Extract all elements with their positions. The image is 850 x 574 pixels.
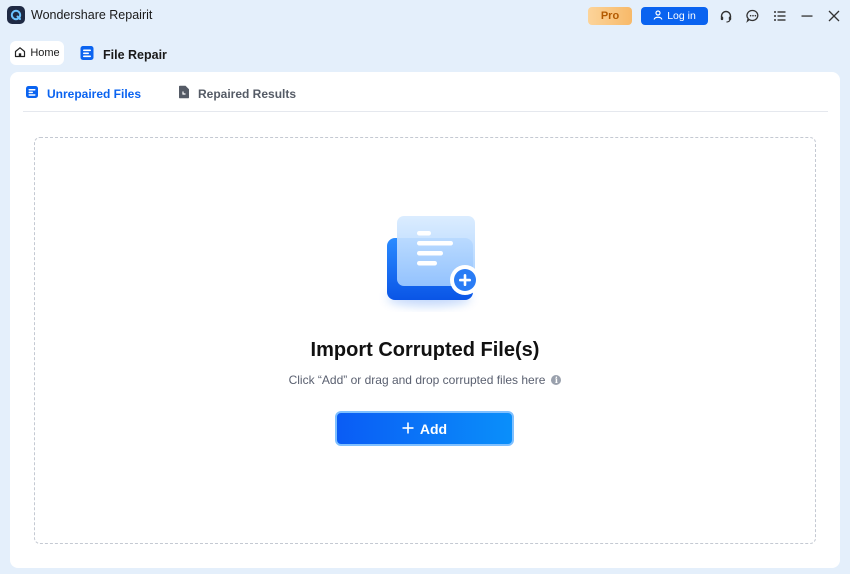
drop-zone-hint: Click “Add” or drag and drop corrupted f… — [35, 373, 815, 387]
login-button[interactable]: Log in — [641, 7, 708, 25]
home-button[interactable]: Home — [10, 41, 64, 65]
section-title: File Repair — [103, 47, 167, 62]
headset-icon[interactable] — [717, 7, 735, 25]
tab-label: Unrepaired Files — [47, 86, 142, 101]
add-label: Add — [419, 420, 448, 437]
add-button[interactable]: Add — [335, 411, 514, 446]
login-label: Log in — [667, 10, 696, 22]
breadcrumb: File Repair — [79, 45, 167, 64]
tab-label: Repaired Results — [198, 86, 297, 101]
user-icon — [653, 9, 663, 23]
pro-button[interactable]: Pro — [588, 7, 632, 25]
app-title: Wondershare Repairit — [31, 8, 153, 22]
home-label: Home — [30, 47, 60, 59]
document-icon — [178, 85, 190, 102]
tab-unrepaired-files[interactable]: Unrepaired Files — [25, 85, 141, 102]
info-icon[interactable]: i — [551, 375, 562, 385]
menu-icon[interactable] — [771, 7, 789, 25]
file-repair-icon — [79, 45, 95, 64]
folder-add-icon — [373, 208, 485, 312]
close-icon[interactable] — [825, 7, 843, 25]
document-list-icon — [25, 85, 39, 102]
minimize-icon[interactable] — [798, 7, 816, 25]
main-card: Unrepaired Files Repaired Results Import… — [10, 72, 840, 568]
app-logo-icon — [7, 6, 25, 24]
drop-zone-title: Import Corrupted File(s) — [310, 339, 540, 361]
plus-icon — [402, 421, 414, 437]
home-icon — [14, 46, 26, 61]
tab-repaired-results[interactable]: Repaired Results — [178, 85, 296, 102]
title-bar: Wondershare Repairit Pro Log in — [0, 0, 850, 32]
chat-icon[interactable] — [744, 7, 762, 25]
tab-bar: Unrepaired Files Repaired Results — [23, 72, 828, 112]
drop-zone[interactable]: Import Corrupted File(s) Click “Add” or … — [34, 137, 816, 544]
drop-zone-subtitle: Click “Add” or drag and drop corrupted f… — [288, 373, 546, 387]
